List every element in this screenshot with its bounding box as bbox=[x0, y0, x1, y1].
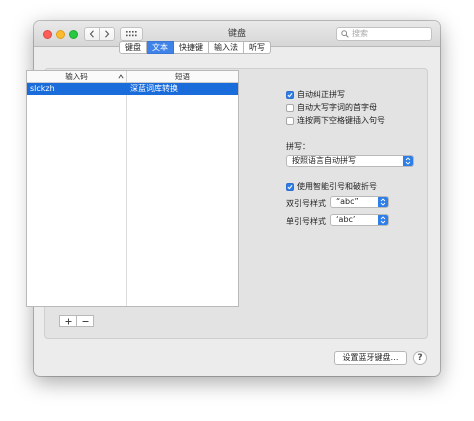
chevron-updown-icon bbox=[380, 198, 386, 206]
tab-input-sources[interactable]: 输入法 bbox=[209, 41, 244, 54]
double-quote-label: 双引号样式 bbox=[286, 199, 326, 208]
table-row[interactable]: slckzh 深蓝词库转换 bbox=[27, 83, 238, 95]
tab-keyboard[interactable]: 键盘 bbox=[119, 41, 147, 54]
double-space-period-label: 连按两下空格键插入句号 bbox=[297, 116, 385, 125]
column-header-input[interactable]: 输入码 bbox=[27, 71, 126, 82]
single-quote-popup[interactable]: ‘abc’ bbox=[330, 214, 389, 226]
row-input-cell[interactable]: slckzh bbox=[30, 83, 124, 95]
add-remove-control bbox=[59, 315, 94, 327]
popup-stepper bbox=[403, 156, 413, 166]
checkmark-icon bbox=[287, 184, 293, 189]
checkmark-icon bbox=[287, 92, 293, 97]
single-quote-value: ‘abc’ bbox=[336, 215, 356, 224]
column-header-phrase[interactable]: 短语 bbox=[126, 71, 238, 82]
popup-stepper bbox=[378, 215, 388, 225]
spelling-label: 拼写： bbox=[286, 142, 310, 151]
tab-shortcuts[interactable]: 快捷键 bbox=[174, 41, 209, 54]
remove-button[interactable] bbox=[77, 316, 93, 326]
checkbox-box[interactable] bbox=[286, 116, 294, 125]
auto-capitalize-label: 自动大写字词的首字母 bbox=[297, 103, 377, 112]
double-quote-popup[interactable]: “abc” bbox=[330, 196, 389, 208]
search-icon bbox=[341, 30, 349, 38]
tab-dictation[interactable]: 听写 bbox=[244, 41, 271, 54]
popup-stepper bbox=[378, 197, 388, 207]
chevron-updown-icon bbox=[380, 216, 386, 224]
spelling-popup[interactable]: 按照语言自动拼写 bbox=[286, 155, 414, 167]
auto-capitalize-checkbox[interactable]: 自动大写字词的首字母 bbox=[286, 102, 377, 113]
table-header: 输入码 短语 bbox=[27, 71, 238, 83]
checkbox-box[interactable] bbox=[286, 182, 294, 191]
autocorrect-label: 自动纠正拼写 bbox=[297, 90, 345, 99]
plus-icon bbox=[65, 318, 71, 324]
checkbox-box[interactable] bbox=[286, 90, 294, 99]
double-space-period-checkbox[interactable]: 连按两下空格键插入句号 bbox=[286, 115, 385, 126]
spelling-value: 按照语言自动拼写 bbox=[292, 156, 356, 165]
text-replacement-table[interactable]: 输入码 短语 slckzh 深蓝词库转换 bbox=[26, 70, 239, 307]
double-quote-value: “abc” bbox=[336, 197, 359, 206]
add-button[interactable] bbox=[60, 316, 77, 326]
autocorrect-checkbox[interactable]: 自动纠正拼写 bbox=[286, 89, 345, 100]
checkbox-box[interactable] bbox=[286, 103, 294, 112]
single-quote-label: 单引号样式 bbox=[286, 217, 326, 226]
search-placeholder: 搜索 bbox=[352, 29, 368, 38]
row-phrase-cell[interactable]: 深蓝词库转换 bbox=[130, 83, 236, 95]
sort-ascending-icon bbox=[118, 74, 124, 79]
tab-bar: 键盘 文本 快捷键 输入法 听写 bbox=[119, 41, 271, 54]
smart-quotes-checkbox[interactable]: 使用智能引号和破折号 bbox=[286, 181, 377, 192]
help-button[interactable]: ? bbox=[413, 351, 427, 365]
chevron-updown-icon bbox=[405, 157, 411, 165]
column-divider bbox=[126, 83, 127, 306]
search-field[interactable]: 搜索 bbox=[336, 27, 432, 41]
smart-quotes-label: 使用智能引号和破折号 bbox=[297, 182, 377, 191]
setup-bluetooth-keyboard-button[interactable]: 设置蓝牙键盘… bbox=[334, 351, 407, 365]
minus-icon bbox=[82, 320, 88, 322]
tab-text[interactable]: 文本 bbox=[147, 41, 174, 54]
